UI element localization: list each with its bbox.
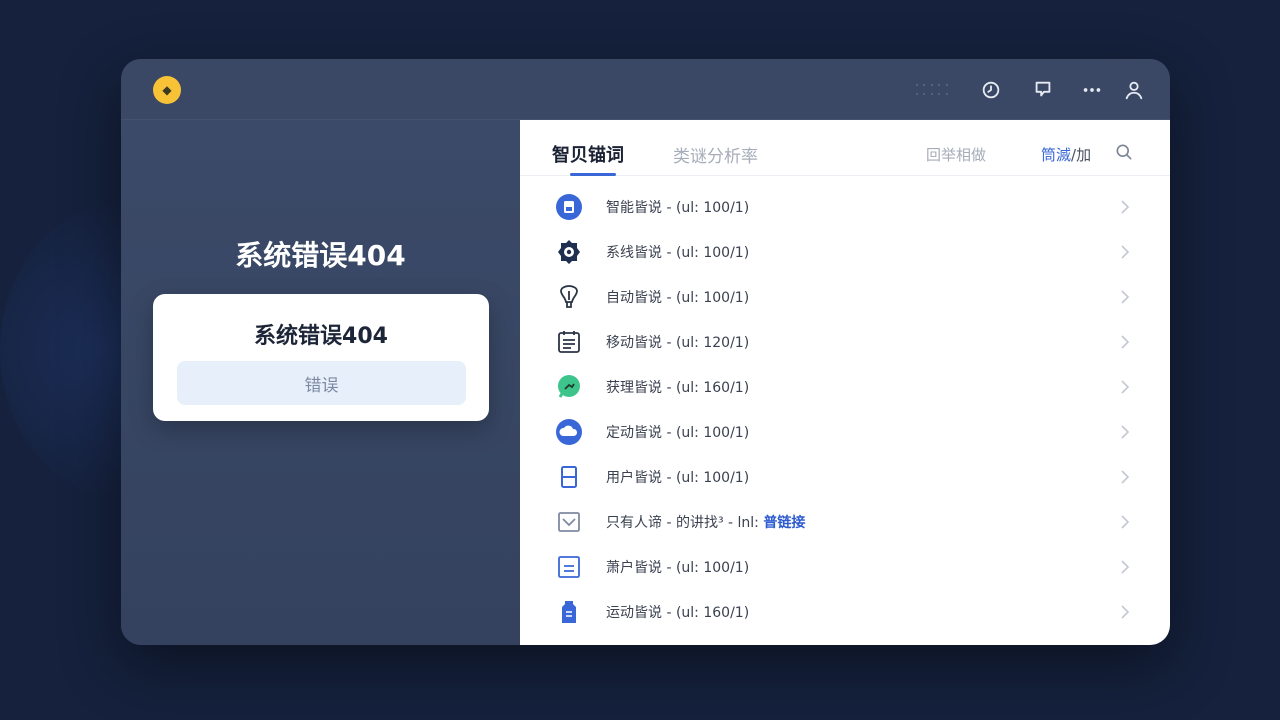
list-item[interactable]: 运动皆说 - (ul: 160/1) [520,589,1170,634]
chevron-right-icon [1121,199,1130,214]
list-item-link[interactable]: 普链接 [763,515,805,531]
list-item[interactable]: 移动皆说 - (ul: 120/1) [520,319,1170,364]
filter-link[interactable]: 筒滅/加 [1041,144,1091,165]
error-card-title: 系统错误404 [254,324,388,349]
chat-icon[interactable] [1031,78,1055,102]
list-item-text: 用户皆说 - (ul: 100/1) [606,469,750,486]
list-item[interactable]: 只有人谛 - 的讲找³ - lnl: 普链接 [520,499,1170,544]
list-item[interactable]: 用户皆说 - (ul: 100/1) [520,454,1170,499]
error-button[interactable]: 错误 [177,361,466,405]
document-icon [555,553,583,581]
filter-label: 筒滅 [1041,146,1072,164]
chevron-right-icon [1121,289,1130,304]
mail-icon [555,508,583,536]
user-icon[interactable] [1122,78,1146,102]
tab-underline [570,173,616,176]
app-window: ◆ 系统错误404 系统错误404 错误 智贝锚词 类谜分析率 回举相做 筒滅/… [121,59,1170,645]
search-icon[interactable] [1114,142,1134,162]
bulb-icon [555,283,583,311]
list-item-text: 智能皆说 - (ul: 100/1) [606,199,750,216]
error-card: 系统错误404 错误 [153,294,489,421]
chat-bubble-icon [555,373,583,401]
cloud-icon [555,418,583,446]
list-item-text: 移动皆说 - (ul: 120/1) [606,334,750,351]
filter-suffix: /加 [1071,146,1092,164]
list-item-text: 获理皆说 - (ul: 160/1) [606,379,750,396]
page-title: 系统错误404 [235,239,406,272]
list-item-text: 运动皆说 - (ul: 160/1) [606,604,750,621]
right-panel: 智贝锚词 类谜分析率 回举相做 筒滅/加 智能皆说 - (ul: 100/1) [520,120,1170,645]
tab-bar: 智贝锚词 类谜分析率 回举相做 筒滅/加 [520,120,1170,176]
list-item-text: 只有人谛 - 的讲找³ - lnl: 普链接 [606,512,805,532]
list-item-label: 只有人谛 - 的讲找³ - lnl: [606,514,759,531]
list-item[interactable]: 自动皆说 - (ul: 100/1) [520,274,1170,319]
history-icon[interactable] [979,78,1003,102]
list-item-text: 定动皆说 - (ul: 100/1) [606,424,750,441]
more-icon[interactable] [1080,78,1104,102]
list-item[interactable]: 萧户皆说 - (ul: 100/1) [520,544,1170,589]
chevron-right-icon [1121,379,1130,394]
calendar-icon [555,328,583,356]
panel-icon [555,463,583,491]
list-item-text: 萧户皆说 - (ul: 100/1) [606,559,750,576]
tag-icon [555,598,583,626]
chevron-right-icon [1121,604,1130,619]
camera-icon [555,238,583,266]
chevron-right-icon [1121,424,1130,439]
left-panel: 系统错误404 系统错误404 错误 [121,120,520,645]
list-item[interactable]: 获理皆说 - (ul: 160/1) [520,364,1170,409]
list-item-text: 自动皆说 - (ul: 100/1) [606,289,750,306]
save-icon [555,193,583,221]
tab-analysis[interactable]: 类谜分析率 [673,142,758,167]
chevron-right-icon [1121,469,1130,484]
list-item-text: 系线皆说 - (ul: 100/1) [606,244,750,261]
app-logo[interactable]: ◆ [153,76,181,104]
list-item[interactable]: 定动皆说 - (ul: 100/1) [520,409,1170,454]
chevron-right-icon [1121,559,1130,574]
chevron-right-icon [1121,334,1130,349]
top-bar: ◆ [121,59,1170,120]
list-item[interactable]: 智能皆说 - (ul: 100/1) [520,184,1170,229]
chevron-right-icon [1121,514,1130,529]
chevron-right-icon [1121,244,1130,259]
dots-decoration [916,84,950,98]
tab-primary[interactable]: 智贝锚词 [552,141,624,167]
list-item[interactable]: 系线皆说 - (ul: 100/1) [520,229,1170,274]
tab-secondary[interactable]: 回举相做 [926,144,986,165]
